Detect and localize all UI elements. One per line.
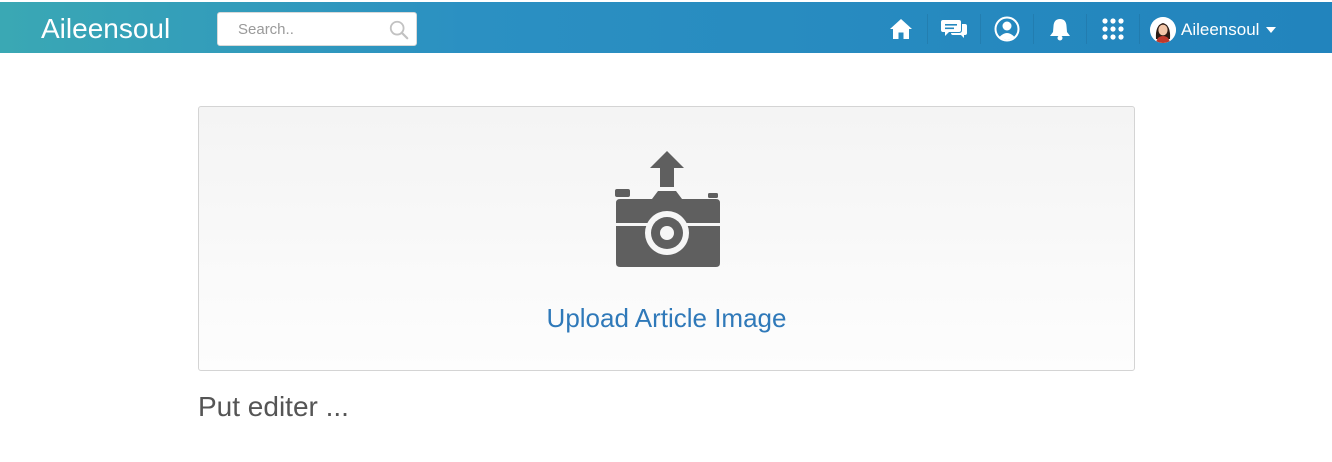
nav-divider [1033, 14, 1034, 44]
camera-upload-icon [615, 151, 720, 267]
home-icon[interactable] [888, 16, 914, 42]
search-icon[interactable] [388, 19, 410, 41]
nav-divider [980, 14, 981, 44]
upload-article-image-label[interactable]: Upload Article Image [199, 303, 1134, 334]
upload-article-image-area[interactable]: Upload Article Image [198, 106, 1135, 371]
top-navbar: Aileensoul Search.. Aileensoul [0, 2, 1332, 53]
chevron-down-icon [1266, 27, 1277, 33]
profile-icon[interactable] [994, 16, 1020, 42]
search-input[interactable] [218, 13, 388, 45]
user-menu[interactable]: Aileensoul [1150, 16, 1277, 44]
nav-divider [1139, 14, 1140, 44]
nav-divider [927, 14, 928, 44]
apps-grid-icon[interactable] [1100, 16, 1126, 42]
notifications-icon[interactable] [1047, 16, 1073, 42]
article-editor[interactable]: Put editer ... [198, 391, 1135, 431]
search-box [217, 12, 417, 46]
brand-logo[interactable]: Aileensoul [41, 13, 170, 45]
user-name: Aileensoul [1181, 20, 1260, 39]
messages-icon[interactable] [941, 16, 967, 42]
nav-divider [1086, 14, 1087, 44]
avatar [1150, 17, 1176, 43]
